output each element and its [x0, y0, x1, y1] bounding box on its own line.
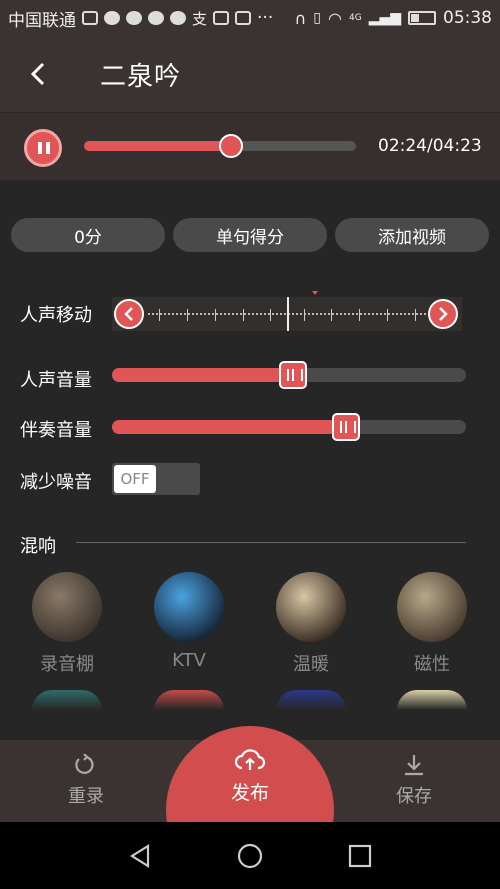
circle-home-icon — [237, 843, 263, 868]
rerecord-label: 重录 — [68, 786, 104, 807]
reverb-magnetic-label: 磁性 — [414, 654, 450, 675]
nav-home-button[interactable] — [210, 822, 290, 889]
tick — [303, 309, 305, 321]
cloud-upload-icon — [234, 749, 266, 770]
save-button[interactable]: 保存 — [354, 740, 474, 822]
reverb-studio-label: 录音棚 — [40, 654, 94, 675]
tick — [186, 309, 188, 321]
add-video-button[interactable]: 添加视频 — [335, 218, 489, 252]
reverb-title: 混响 — [20, 536, 56, 557]
tick — [359, 309, 361, 321]
more-notifications-icon: ··· — [257, 8, 274, 28]
headphones-icon: ∩ — [294, 8, 307, 28]
reverb-ktv-label: KTV — [172, 650, 206, 671]
wechat-icon — [170, 11, 186, 25]
page-title: 二泉吟 — [100, 61, 182, 92]
image-icon — [213, 11, 230, 25]
accompaniment-volume-fill — [112, 420, 346, 434]
triangle-back-icon — [129, 843, 150, 868]
score-button[interactable]: 0分 — [11, 218, 165, 252]
noise-reduction-label: 减少噪音 — [20, 472, 92, 493]
nav-back-button[interactable] — [100, 822, 180, 889]
shift-left-button[interactable] — [114, 299, 144, 329]
clock: 05:38 — [443, 8, 492, 28]
battery-icon — [408, 11, 436, 25]
network-type: 4G — [348, 13, 362, 23]
mail-icon — [82, 11, 98, 25]
voice-volume-fill — [112, 368, 293, 382]
voice-shift-label: 人声移动 — [20, 305, 92, 326]
shift-right-button[interactable] — [428, 299, 458, 329]
reverb-warm[interactable] — [276, 572, 346, 642]
tick — [270, 309, 272, 321]
voice-volume-label: 人声音量 — [20, 370, 92, 391]
wechat-icon — [126, 11, 142, 25]
voice-volume-thumb[interactable] — [278, 361, 307, 389]
tick — [331, 309, 333, 321]
reverb-option-partial[interactable] — [32, 690, 102, 710]
tick — [242, 309, 244, 321]
download-icon — [405, 755, 423, 776]
tick — [387, 309, 389, 321]
voice-shift-control[interactable] — [112, 297, 462, 331]
playback-progress-handle[interactable] — [218, 134, 243, 158]
calendar-icon — [235, 11, 252, 25]
nav-recents-button[interactable] — [320, 822, 400, 889]
voice-volume-slider[interactable] — [112, 361, 466, 389]
save-label: 保存 — [396, 786, 432, 807]
reverb-option-partial[interactable] — [276, 690, 346, 710]
refresh-icon — [75, 754, 94, 774]
reverb-magnetic[interactable] — [397, 572, 467, 642]
alipay-icon: 支 — [192, 9, 208, 28]
tick — [214, 309, 216, 321]
accompaniment-volume-slider[interactable] — [112, 413, 466, 441]
header: 二泉吟 — [0, 36, 500, 112]
reverb-option-partial[interactable] — [397, 690, 467, 710]
toggle-state: OFF — [114, 465, 156, 493]
chevron-left-icon — [124, 307, 133, 321]
wechat-icon — [104, 11, 120, 25]
shift-center-line — [287, 297, 289, 331]
chevron-left-icon — [30, 62, 45, 86]
reverb-studio[interactable] — [32, 572, 102, 642]
tick — [414, 309, 416, 321]
chevron-right-icon — [439, 307, 448, 321]
carrier-name: 中国联通 — [8, 10, 76, 31]
status-bar: 中国联通 支 ··· ∩ ▯ ◠ 4G ▂▄▆ 05:38 — [0, 0, 500, 36]
playback-progress-fill — [84, 141, 231, 151]
tick — [159, 309, 161, 321]
reverb-divider — [76, 542, 466, 543]
reverb-warm-label: 温暖 — [293, 654, 329, 675]
shift-position-marker — [312, 291, 318, 295]
accompaniment-volume-label: 伴奏音量 — [20, 420, 92, 441]
accompaniment-volume-thumb[interactable] — [331, 413, 360, 441]
rerecord-button[interactable]: 重录 — [26, 740, 146, 822]
vibrate-icon: ▯ — [313, 10, 322, 26]
playback-progress[interactable] — [84, 134, 356, 158]
wifi-icon: ◠ — [328, 8, 342, 28]
square-recents-icon — [348, 844, 372, 867]
playback-time: 02:24/04:23 — [378, 136, 482, 156]
system-nav-bar — [0, 822, 500, 889]
pause-button[interactable] — [24, 129, 62, 167]
back-button[interactable] — [0, 36, 76, 112]
line-score-button[interactable]: 单句得分 — [173, 218, 327, 252]
reverb-ktv[interactable] — [154, 572, 224, 642]
publish-label: 发布 — [230, 782, 269, 804]
reverb-option-partial[interactable] — [154, 690, 224, 710]
noise-reduction-toggle[interactable]: OFF — [112, 463, 200, 495]
signal-icon: ▂▄▆ — [368, 10, 401, 26]
wechat-icon — [148, 11, 164, 25]
